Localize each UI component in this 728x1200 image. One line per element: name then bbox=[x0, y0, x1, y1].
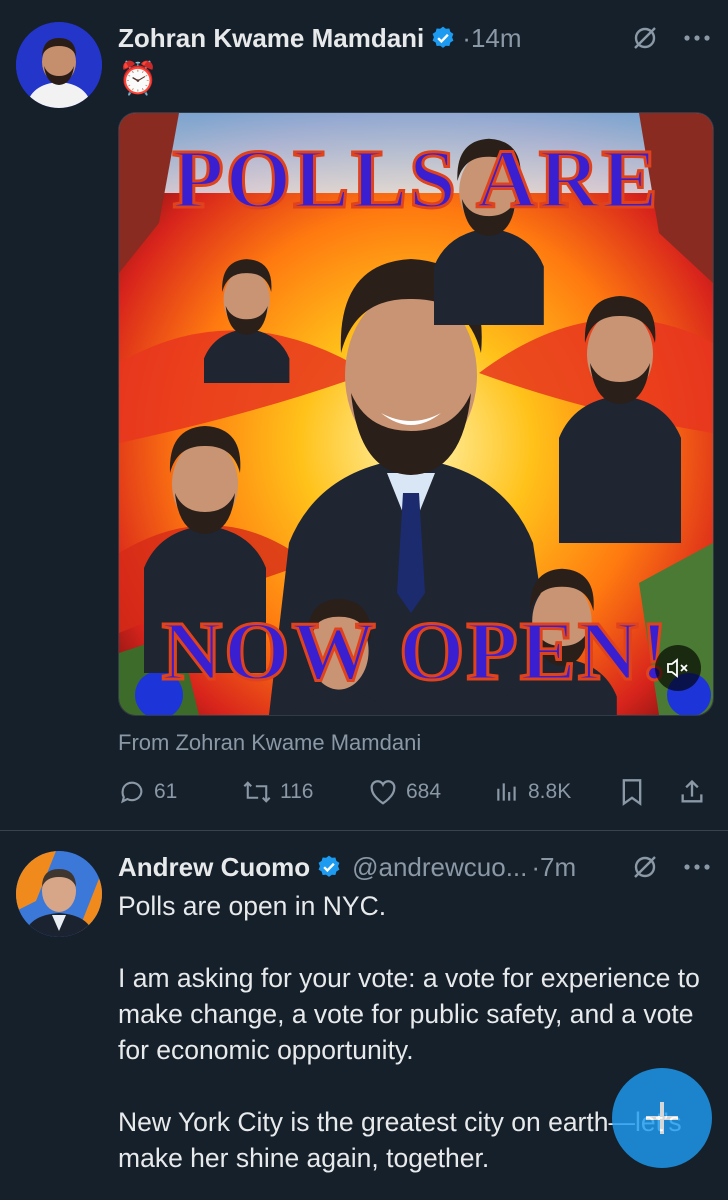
separator-dot: · bbox=[531, 851, 541, 882]
separator-dot: · bbox=[462, 22, 471, 53]
more-options-icon[interactable] bbox=[684, 863, 710, 871]
bookmark-button[interactable] bbox=[620, 772, 644, 812]
compose-post-button[interactable] bbox=[612, 1068, 712, 1168]
reply-count: 61 bbox=[154, 780, 178, 803]
media-text-top: POLLS ARE bbox=[171, 132, 660, 228]
verified-badge-icon bbox=[430, 25, 456, 51]
share-button[interactable] bbox=[678, 772, 706, 812]
video-media[interactable]: POLLS ARE NOW OPEN! bbox=[118, 112, 714, 716]
repost-icon bbox=[243, 781, 271, 803]
like-button[interactable]: 684 bbox=[368, 772, 441, 812]
author-name[interactable]: Zohran Kwame Mamdani bbox=[118, 23, 424, 54]
from-attribution[interactable]: From Zohran Kwame Mamdani bbox=[118, 730, 421, 756]
tweet-paragraph: Polls are open in NYC. bbox=[118, 891, 387, 921]
grok-icon[interactable] bbox=[632, 25, 658, 51]
repost-button[interactable]: 116 bbox=[242, 772, 313, 812]
author-name[interactable]: Andrew Cuomo bbox=[118, 852, 310, 883]
reply-button[interactable]: 61 bbox=[118, 772, 177, 812]
timestamp[interactable]: 7m bbox=[540, 852, 576, 883]
handle[interactable]: @andrewcuo... bbox=[352, 852, 527, 883]
heart-icon bbox=[370, 780, 396, 805]
bookmark-icon bbox=[622, 779, 642, 806]
verified-badge-icon bbox=[316, 854, 342, 880]
tweet-actions: 61 116 684 8.8K bbox=[118, 772, 712, 812]
plus-icon bbox=[646, 1102, 678, 1134]
view-count: 8.8K bbox=[528, 780, 572, 803]
grok-icon[interactable] bbox=[632, 854, 658, 880]
timestamp[interactable]: 14m bbox=[471, 23, 522, 54]
avatar[interactable] bbox=[16, 851, 102, 937]
reply-icon bbox=[121, 781, 143, 804]
more-options-icon[interactable] bbox=[684, 34, 710, 42]
speaker-muted-icon bbox=[667, 658, 688, 678]
mute-button[interactable] bbox=[655, 645, 701, 691]
tweet-mamdani[interactable]: Zohran Kwame Mamdani · 14m ⏰ POLLS ARE N… bbox=[0, 0, 728, 830]
share-icon bbox=[681, 779, 703, 803]
views-button[interactable]: 8.8K bbox=[494, 772, 571, 812]
views-icon bbox=[497, 783, 516, 801]
tweet-paragraph: I am asking for your vote: a vote for ex… bbox=[118, 963, 700, 1065]
like-count: 684 bbox=[406, 780, 442, 803]
repost-count: 116 bbox=[280, 780, 314, 803]
media-text-bottom: NOW OPEN! bbox=[160, 604, 671, 700]
avatar[interactable] bbox=[16, 22, 102, 108]
tweet-text-emoji: ⏰ bbox=[118, 60, 158, 96]
